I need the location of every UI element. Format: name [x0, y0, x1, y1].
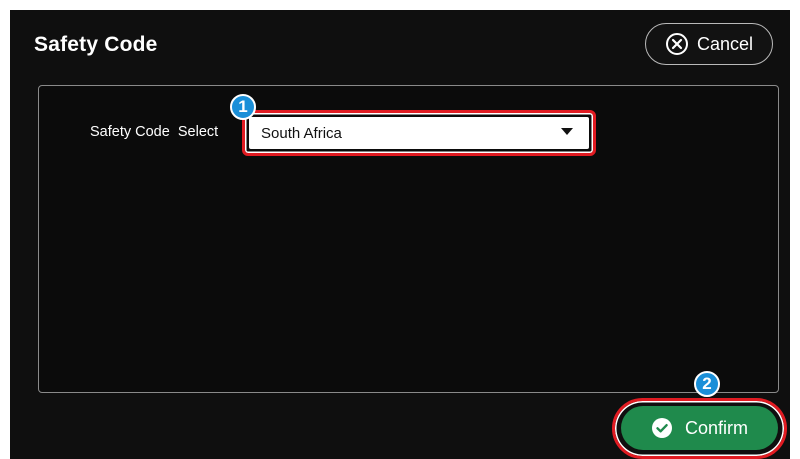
- step-2-badge: 2: [694, 371, 720, 397]
- confirm-button[interactable]: Confirm: [621, 406, 778, 450]
- safety-code-selected-value: South Africa: [261, 124, 342, 142]
- safety-code-select[interactable]: South Africa: [249, 117, 589, 149]
- caret-down-icon: [561, 128, 573, 135]
- step-1-badge: 1: [230, 94, 256, 120]
- page-title: Safety Code: [34, 33, 158, 56]
- check-circle-icon: [651, 417, 673, 439]
- close-circle-icon: [665, 32, 689, 56]
- cancel-button-label: Cancel: [696, 33, 754, 54]
- safety-code-label: Safety Code Select: [90, 124, 219, 140]
- confirm-button-label: Confirm: [684, 417, 748, 438]
- cancel-button[interactable]: Cancel: [645, 23, 773, 65]
